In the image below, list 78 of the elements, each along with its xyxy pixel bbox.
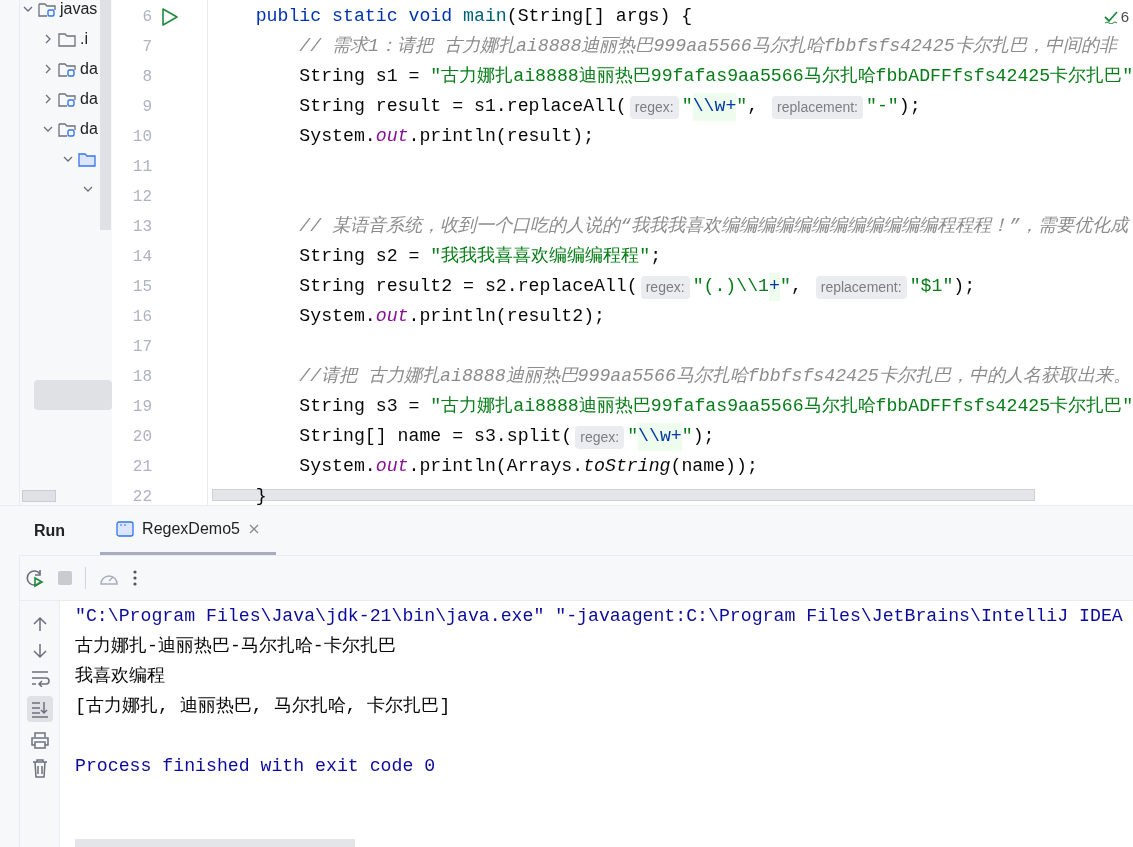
code-comment: //请把 古力娜扎ai8888迪丽热巴999aa5566马尔扎哈fbbfsfs42425卡尔扎巴，中的人名获取出来。: [299, 365, 1131, 389]
console-line: 我喜欢编程: [75, 665, 165, 688]
line-number: 17: [131, 337, 152, 358]
code-text: System.: [299, 455, 376, 479]
console-line: 古力娜扎-迪丽热巴-马尔扎哈-卡尔扎巴: [75, 635, 396, 658]
panel-title: Run: [34, 520, 66, 541]
code-text: .println(Arrays.: [408, 455, 584, 479]
code-text: }: [255, 485, 267, 505]
code-text: String s1 =: [299, 65, 421, 89]
code-comment: // 某语音系统，收到一个口吃的人说的“我我我喜欢编编编编编编编编编编编编程程程！”，需要优化成: [299, 214, 1128, 239]
field-name: out: [375, 305, 409, 329]
console-line: "C:\Program Files\Java\jdk-21\bin\java.exe" "-javaagent:C:\Program Files\JetBrains\IntelliJ IDEA: [75, 605, 1123, 628]
tree-item-label[interactable]: javas: [60, 0, 98, 21]
string-literal: "古力娜扎ai8888迪丽热巴99fafas9aa5566马尔扎哈fbbADFFfsfs42425卡尔扎巴": [430, 65, 1133, 89]
console-line: [古力娜扎, 迪丽热巴, 马尔扎哈, 卡尔扎巴]: [75, 695, 451, 718]
code-text: String s3 =: [299, 395, 421, 419]
line-number: 16: [131, 307, 152, 328]
regex-escape: \\w+: [638, 423, 682, 451]
tree-item-label[interactable]: da: [80, 117, 98, 141]
line-number: 20: [131, 427, 152, 448]
parameter-hint: regex:: [629, 95, 679, 119]
method-name: main: [463, 5, 507, 29]
string-literal: "-": [866, 95, 899, 119]
code-text: (String[] args) {: [506, 5, 693, 29]
line-number: 9: [141, 97, 152, 118]
line-number: 18: [131, 367, 152, 388]
string-literal: "(.)\\1: [692, 275, 770, 299]
string-literal: "古力娜扎ai8888迪丽热巴99fafas9aa5566马尔扎哈fbbADFFfsfs42425卡尔扎巴": [430, 395, 1133, 419]
string-literal: ": [627, 425, 639, 449]
tree-item-label[interactable]: da: [80, 87, 98, 111]
line-number: 15: [131, 277, 152, 298]
method-name: toString: [583, 455, 671, 479]
tree-item-label[interactable]: .i: [80, 27, 88, 51]
line-number: 14: [131, 247, 152, 268]
line-number: 7: [141, 37, 152, 58]
parameter-hint: replacement:: [815, 275, 907, 299]
regex-escape: +: [769, 273, 780, 301]
inspection-count[interactable]: 6: [1120, 6, 1129, 29]
tree-item-label[interactable]: da: [80, 57, 98, 81]
line-number: 22: [131, 487, 152, 508]
parameter-hint: regex:: [575, 425, 625, 449]
regex-escape: \\w+: [692, 93, 737, 121]
line-number: 12: [131, 187, 152, 208]
string-literal: "$1": [909, 275, 954, 299]
string-literal: ": [681, 425, 693, 449]
code-text: .println(result);: [408, 125, 595, 149]
code-text: ;: [650, 245, 662, 269]
string-literal: "我我我喜喜欢编编编程程": [430, 245, 651, 269]
line-number: 8: [141, 67, 152, 88]
field-name: out: [375, 125, 409, 149]
line-number: 11: [131, 157, 152, 178]
code-text: System.: [299, 125, 376, 149]
string-literal: ": [736, 95, 748, 119]
code-text: );: [692, 425, 715, 449]
console-line: Process finished with exit code 0: [75, 755, 436, 778]
code-text: ,: [747, 95, 760, 119]
string-literal: ": [779, 275, 791, 299]
line-number: 21: [131, 457, 152, 478]
keyword: public static void: [255, 5, 454, 29]
parameter-hint: replacement:: [772, 95, 863, 119]
line-number: 6: [141, 7, 152, 28]
string-literal: ": [681, 95, 693, 119]
parameter-hint: regex:: [640, 275, 690, 299]
code-comment: // 需求1：请把 古力娜扎ai8888迪丽热巴999aa5566马尔扎哈fbbfsfs42425卡尔扎巴，中间的非: [299, 35, 1117, 59]
code-text: String s2 =: [299, 245, 421, 269]
code-text: String[] name = s3.split(: [299, 425, 573, 449]
line-number: 10: [131, 127, 152, 148]
code-text: .println(result2);: [408, 305, 605, 329]
field-name: out: [375, 455, 409, 479]
line-number: 13: [131, 217, 152, 238]
code-text: (name));: [670, 455, 758, 479]
code-text: String result = s1.replaceAll(: [299, 95, 627, 119]
code-text: );: [898, 95, 921, 119]
code-text: );: [953, 275, 976, 299]
code-text: System.: [299, 305, 376, 329]
code-text: ,: [790, 275, 803, 299]
line-number: 19: [131, 397, 152, 418]
code-text: String result2 = s2.replaceAll(: [299, 275, 638, 299]
